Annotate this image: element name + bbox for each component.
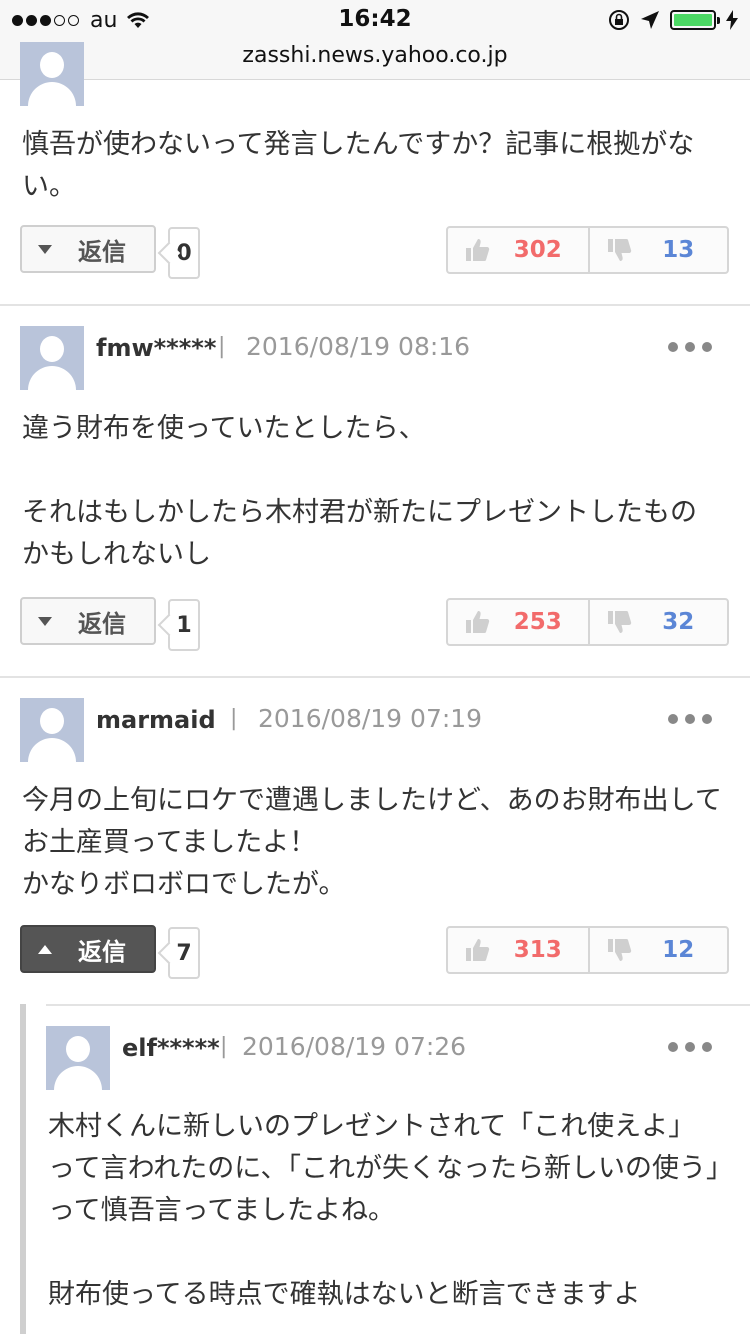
- bad-count: 32: [662, 609, 695, 635]
- divider: [0, 304, 750, 306]
- reply-count: 1: [168, 599, 200, 651]
- reply-text: 木村くんに新しいのプレゼントされて「これ使えよ」って言われたのに、「これが失くな…: [48, 1111, 720, 1310]
- bad-count: 13: [662, 237, 695, 263]
- timestamp: 2016/08/19 07:26: [242, 1032, 467, 1061]
- comment-text: 違う財布を使っていたとしたら、 それはもしかしたら木村君が新たにプレゼントしたも…: [22, 413, 697, 570]
- reply-toggle-button[interactable]: 返信: [20, 597, 156, 645]
- bad-button[interactable]: 12: [587, 928, 728, 972]
- good-button[interactable]: 253: [448, 600, 588, 644]
- reply-count: 0: [168, 227, 200, 279]
- username[interactable]: fmw*****: [96, 334, 216, 362]
- charging-icon: [726, 10, 738, 30]
- location-icon: [641, 11, 659, 29]
- chevron-up-icon: [38, 944, 52, 954]
- more-dots-icon[interactable]: [668, 340, 712, 354]
- good-button[interactable]: 302: [448, 228, 588, 272]
- reply-toggle-button[interactable]: 返信: [20, 225, 156, 273]
- comment-text: 今月の上旬にロケで遭遇しましたけど、あのお財布出してお土産買ってましたよ！ かな…: [22, 785, 722, 900]
- reply-thread-bar: [20, 1004, 26, 1334]
- reply-button-label: 返信: [78, 237, 126, 266]
- bad-button[interactable]: 13: [587, 228, 728, 272]
- timestamp: 2016/08/19 08:16: [246, 332, 471, 361]
- avatar: [46, 1026, 110, 1090]
- url-bar[interactable]: zasshi.news.yahoo.co.jp: [0, 40, 750, 80]
- battery-icon: [670, 10, 720, 30]
- good-count: 302: [513, 237, 562, 263]
- meta-separator: |: [218, 334, 226, 359]
- username[interactable]: elf*****: [122, 1034, 220, 1062]
- chevron-down-icon: [38, 244, 52, 254]
- chevron-down-icon: [38, 616, 52, 626]
- reply-button-label: 返信: [78, 937, 126, 966]
- bad-button[interactable]: 32: [587, 600, 728, 644]
- divider: [0, 676, 750, 678]
- vote-group: 253 32: [446, 598, 729, 646]
- vote-group: 313 12: [446, 926, 729, 974]
- meta-separator: |: [220, 1034, 228, 1059]
- avatar: [20, 698, 84, 762]
- timestamp: 2016/08/19 07:19: [258, 704, 483, 733]
- meta-separator: |: [230, 706, 238, 731]
- username[interactable]: marmaid: [96, 706, 216, 734]
- more-dots-icon[interactable]: [668, 712, 712, 726]
- good-button[interactable]: 313: [448, 928, 588, 972]
- avatar: [20, 42, 84, 106]
- url-text: zasshi.news.yahoo.co.jp: [242, 43, 508, 68]
- good-count: 253: [513, 609, 562, 635]
- status-bar: au 16:42: [0, 0, 750, 40]
- rotation-lock-icon: [609, 10, 629, 30]
- status-icons: [598, 8, 738, 32]
- good-count: 313: [513, 937, 562, 963]
- vote-group: 302 13: [446, 226, 729, 274]
- divider: [46, 1004, 750, 1006]
- bad-count: 12: [662, 937, 695, 963]
- reply-count: 7: [168, 927, 200, 979]
- reply-button-label: 返信: [78, 609, 126, 638]
- reply-toggle-button[interactable]: 返信: [20, 925, 156, 973]
- comment-text: 慎吾が使わないって発言したんですか？記事に根拠がない。: [22, 129, 695, 202]
- more-dots-icon[interactable]: [668, 1040, 712, 1054]
- avatar: [20, 326, 84, 390]
